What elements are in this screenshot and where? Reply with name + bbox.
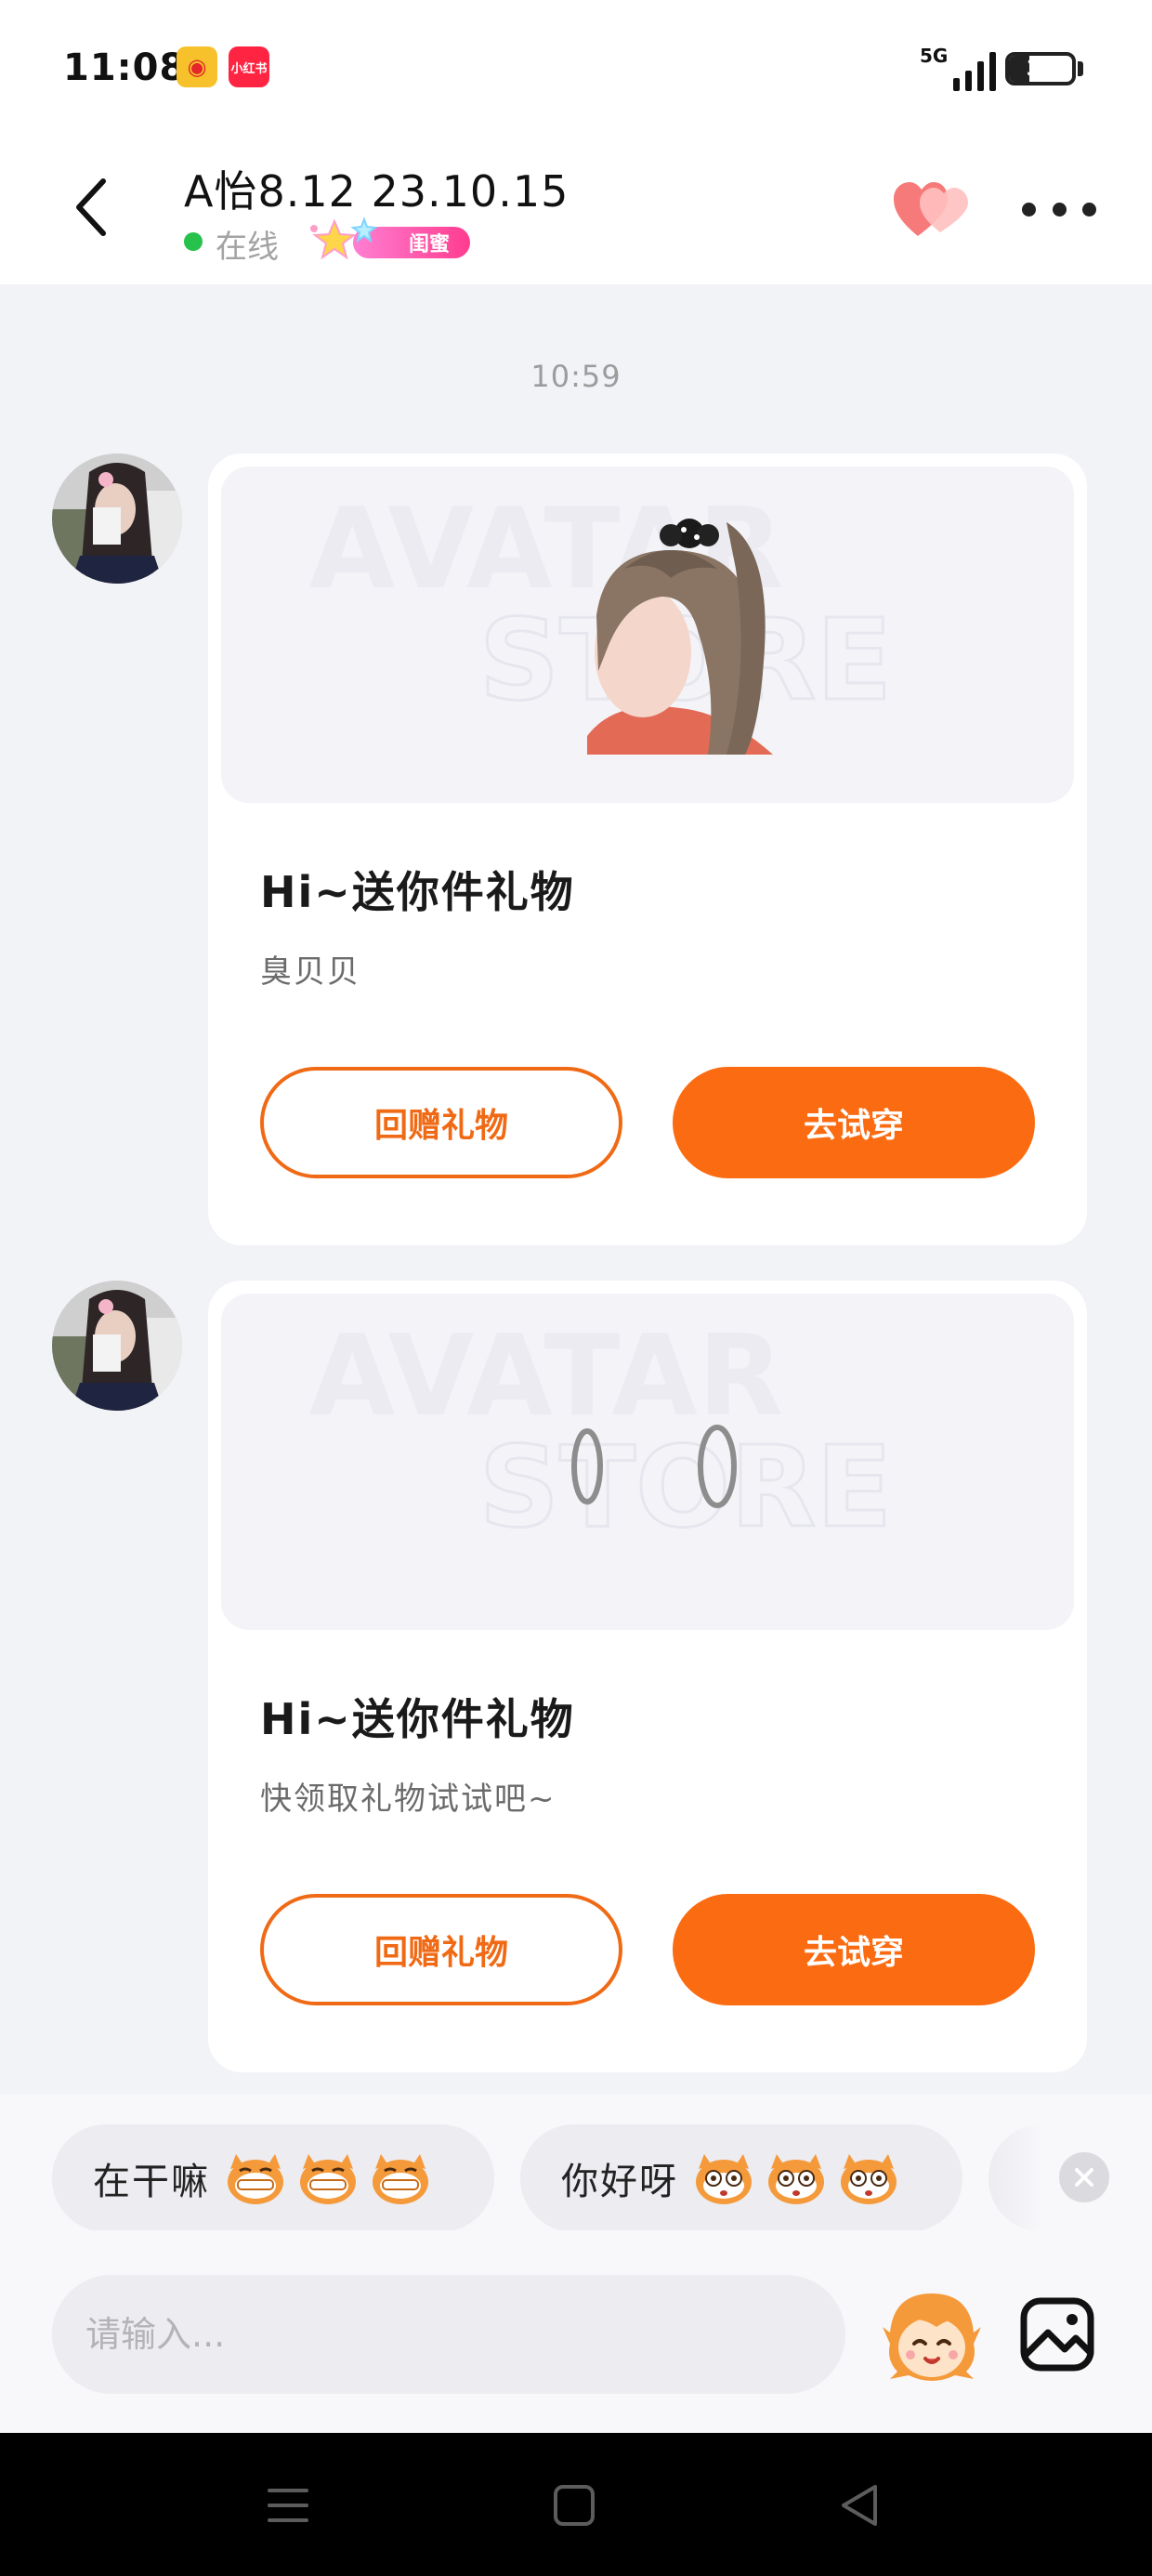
gift-preview[interactable]: AVATAR STORE bbox=[221, 467, 1074, 803]
grinning-squirrel-emoji-icon bbox=[300, 2154, 356, 2204]
quick-reply-chip[interactable]: 在干嘛 bbox=[52, 2124, 494, 2232]
battery-tip bbox=[1078, 61, 1083, 76]
dot bbox=[1082, 202, 1096, 217]
double-heart-icon[interactable] bbox=[890, 177, 972, 243]
weibo-notification-icon: ◉ bbox=[177, 46, 217, 87]
signal-icon: 5G bbox=[920, 45, 997, 91]
gift-message: 快领取礼物试试吧~ bbox=[260, 1781, 556, 1818]
quick-reply-text: 你好呀 bbox=[561, 2161, 678, 2203]
back-triangle-icon[interactable] bbox=[834, 2479, 886, 2531]
online-indicator bbox=[184, 232, 203, 251]
sticker-icon[interactable] bbox=[881, 2286, 983, 2388]
message-timestamp: 10:59 bbox=[530, 359, 622, 394]
gift-title: Hi~送你件礼物 bbox=[260, 1694, 575, 1744]
dot bbox=[1022, 202, 1036, 217]
close-quick-replies-button[interactable] bbox=[1059, 2152, 1109, 2202]
signal-bar bbox=[953, 78, 961, 91]
emoji-group bbox=[223, 2150, 433, 2206]
relationship-badge[interactable]: 闺蜜 bbox=[307, 216, 474, 262]
more-options-button[interactable] bbox=[1022, 186, 1096, 232]
status-bar: 11:08 ◉ 小红书 5G 32 bbox=[0, 0, 1152, 139]
contact-name[interactable]: A怡8.12 23.10.15 bbox=[184, 158, 569, 219]
wide-eyed-squirrel-emoji-icon bbox=[768, 2154, 824, 2204]
network-type: 5G bbox=[920, 45, 949, 67]
gift-card: AVATAR STORE Hi~送你件礼物 臭贝贝 回赠礼物 去试穿 bbox=[208, 453, 1087, 1245]
message-input-row bbox=[0, 2230, 1152, 2435]
gift-title: Hi~送你件礼物 bbox=[260, 867, 575, 917]
online-status: 在线 bbox=[216, 229, 279, 266]
back-button[interactable] bbox=[58, 175, 123, 240]
xiaohongshu-notification-icon: 小红书 bbox=[229, 46, 269, 87]
sender-avatar[interactable] bbox=[52, 1281, 182, 1411]
quick-reply-chip-partial[interactable] bbox=[988, 2124, 1044, 2232]
quick-reply-chip[interactable]: 你好呀 bbox=[520, 2124, 962, 2232]
menu-icon[interactable] bbox=[262, 2479, 314, 2531]
gift-message: 臭贝贝 bbox=[260, 953, 360, 991]
status-time: 11:08 bbox=[63, 46, 187, 89]
close-icon bbox=[1075, 2168, 1093, 2187]
signal-bar bbox=[965, 71, 973, 91]
avatar-photo bbox=[52, 1281, 182, 1411]
return-gift-button[interactable]: 回赠礼物 bbox=[260, 1894, 622, 2005]
message-input[interactable] bbox=[52, 2275, 845, 2394]
sender-avatar[interactable] bbox=[52, 453, 182, 584]
wide-eyed-squirrel-emoji-icon bbox=[841, 2154, 897, 2204]
signal-bar bbox=[977, 61, 985, 91]
earrings-preview bbox=[571, 1425, 737, 1508]
chat-header: A怡8.12 23.10.15 在线 闺蜜 bbox=[0, 139, 1152, 284]
stars-icon bbox=[310, 217, 378, 260]
return-gift-button[interactable]: 回赠礼物 bbox=[260, 1067, 622, 1178]
try-on-button[interactable]: 去试穿 bbox=[673, 1894, 1035, 2005]
image-gallery-icon[interactable] bbox=[1018, 2295, 1096, 2373]
home-icon[interactable] bbox=[548, 2479, 600, 2531]
battery-icon: 32 bbox=[1005, 52, 1076, 85]
gift-preview[interactable]: AVATAR STORE bbox=[221, 1294, 1074, 1630]
dot bbox=[1052, 202, 1067, 217]
signal-bar bbox=[989, 52, 997, 91]
gift-card: AVATAR STORE Hi~送你件礼物 快领取礼物试试吧~ 回赠礼物 去试穿 bbox=[208, 1281, 1087, 2072]
emoji-group bbox=[691, 2150, 901, 2206]
quick-reply-text: 在干嘛 bbox=[93, 2161, 210, 2203]
system-navigation-bar bbox=[0, 2433, 1152, 2576]
hairstyle-preview bbox=[587, 519, 773, 755]
grinning-squirrel-emoji-icon bbox=[373, 2154, 428, 2204]
try-on-button[interactable]: 去试穿 bbox=[673, 1067, 1035, 1178]
wide-eyed-squirrel-emoji-icon bbox=[696, 2154, 752, 2204]
chevron-left-icon bbox=[76, 178, 106, 236]
grinning-squirrel-emoji-icon bbox=[228, 2154, 283, 2204]
avatar-photo bbox=[52, 453, 182, 584]
battery-percent: 32 bbox=[1026, 57, 1055, 81]
